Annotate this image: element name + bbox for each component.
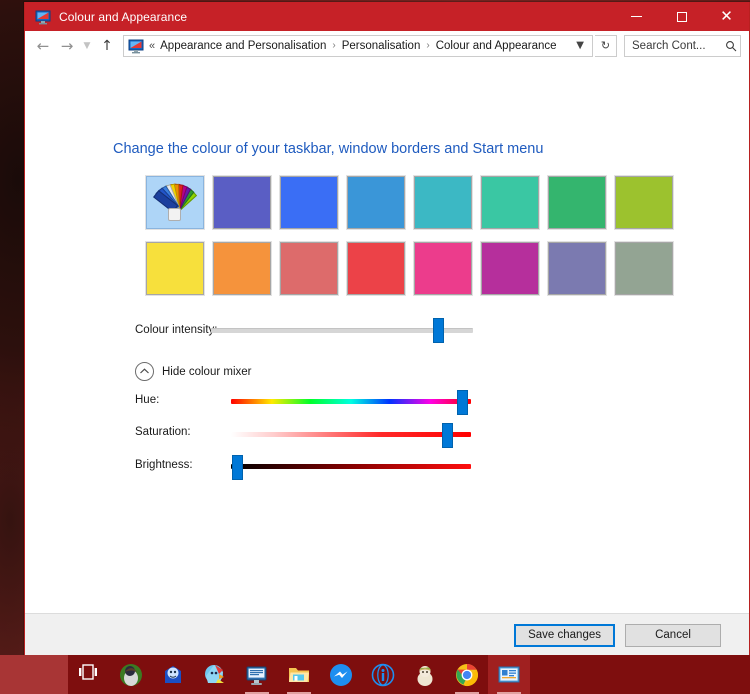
swatch-lime[interactable] <box>614 175 674 230</box>
taskbar-file-explorer-button[interactable] <box>278 655 320 694</box>
chevron-down-icon[interactable]: ▼ <box>568 40 592 51</box>
hue-label: Hue: <box>135 394 160 406</box>
colour-swatch-grid <box>145 175 682 308</box>
file-explorer-icon <box>287 663 311 687</box>
control-panel-icon <box>497 663 521 687</box>
maximize-button[interactable] <box>659 2 704 31</box>
cancel-button[interactable]: Cancel <box>625 623 721 647</box>
breadcrumb-bar[interactable]: « Appearance and Personalisation › Perso… <box>123 34 593 57</box>
swatch-pink[interactable] <box>413 241 473 296</box>
dialog-footer: Save changes Cancel <box>25 613 749 656</box>
info-circle-icon <box>371 663 395 687</box>
app-avatar-rainbow-icon <box>203 663 227 687</box>
window-title-bar[interactable]: Colour and Appearance ✕ <box>25 2 749 31</box>
taskbar-task-view-button[interactable] <box>68 655 110 694</box>
hue-slider-thumb[interactable] <box>457 390 468 415</box>
taskbar-app-avatar-pale-button[interactable] <box>404 655 446 694</box>
saturation-label: Saturation: <box>135 426 191 438</box>
forward-button[interactable]: → <box>55 34 79 58</box>
swatch-green[interactable] <box>547 175 607 230</box>
refresh-button[interactable]: ↻ <box>595 34 617 57</box>
page-title: Change the colour of your taskbar, windo… <box>113 141 544 157</box>
taskbar <box>0 655 750 694</box>
page-content: Change the colour of your taskbar, windo… <box>25 61 749 613</box>
swatch-aquamarine[interactable] <box>480 175 540 230</box>
taskbar-remote-desktop-button[interactable] <box>236 655 278 694</box>
swatch-indigo[interactable] <box>212 175 272 230</box>
breadcrumb-item-personalisation[interactable]: Personalisation <box>342 40 421 52</box>
search-icon <box>722 40 740 52</box>
display-monitor-icon <box>35 9 51 25</box>
up-button[interactable]: ↑ <box>95 34 119 58</box>
window-title: Colour and Appearance <box>59 9 188 24</box>
save-changes-button[interactable]: Save changes <box>514 623 615 647</box>
taskbar-app-avatar-rainbow-button[interactable] <box>194 655 236 694</box>
colour-intensity-label: Colour intensity: <box>135 324 218 336</box>
swatch-red[interactable] <box>346 241 406 296</box>
display-monitor-icon <box>128 38 144 54</box>
taskbar-messenger-button[interactable] <box>320 655 362 694</box>
minimize-button[interactable] <box>614 2 659 31</box>
swatch-azure[interactable] <box>346 175 406 230</box>
breadcrumb-separator: › <box>332 40 336 51</box>
brightness-slider[interactable] <box>231 464 471 469</box>
taskbar-app-avatar-green-button[interactable] <box>110 655 152 694</box>
chevron-up-circle-icon <box>135 362 154 381</box>
hue-slider[interactable] <box>231 399 471 404</box>
desktop: Colour and Appearance ✕ ← → ▼ ↑ « Appear… <box>0 0 750 694</box>
app-avatar-pale-icon <box>413 663 437 687</box>
taskbar-info-circle-button[interactable] <box>362 655 404 694</box>
swatch-blue[interactable] <box>279 175 339 230</box>
maximize-icon <box>676 11 687 22</box>
taskbar-app-avatar-blue-button[interactable] <box>152 655 194 694</box>
breadcrumb-item-colour-and-appearance[interactable]: Colour and Appearance <box>436 40 557 52</box>
chrome-icon <box>455 663 479 687</box>
close-icon: ✕ <box>720 7 733 25</box>
swatch-yellow[interactable] <box>145 241 205 296</box>
address-bar: ← → ▼ ↑ « Appearance and Personalisation… <box>25 31 749 61</box>
colour-intensity-thumb[interactable] <box>433 318 444 343</box>
brightness-slider-thumb[interactable] <box>232 455 243 480</box>
task-view-icon <box>77 663 101 687</box>
taskbar-control-panel-button[interactable] <box>488 655 530 694</box>
start-button[interactable] <box>0 655 68 694</box>
hide-colour-mixer-toggle[interactable]: Hide colour mixer <box>135 362 251 381</box>
window-controls: ✕ <box>614 2 749 31</box>
custom-colour-picker[interactable] <box>145 175 205 230</box>
hide-colour-mixer-label: Hide colour mixer <box>162 365 252 378</box>
breadcrumb-separator: › <box>426 40 430 51</box>
minimize-icon <box>631 16 642 17</box>
app-avatar-green-icon <box>119 663 143 687</box>
search-input-value: Search Cont... <box>632 39 706 52</box>
swatch-teal[interactable] <box>413 175 473 230</box>
swatch-salmon[interactable] <box>279 241 339 296</box>
search-input[interactable]: Search Cont... <box>624 34 741 57</box>
colour-fan-icon <box>153 182 198 224</box>
messenger-icon <box>329 663 353 687</box>
app-avatar-blue-icon <box>161 663 185 687</box>
saturation-slider-thumb[interactable] <box>442 423 453 448</box>
taskbar-chrome-button[interactable] <box>446 655 488 694</box>
close-button[interactable]: ✕ <box>704 2 749 31</box>
swatch-orange[interactable] <box>212 241 272 296</box>
remote-desktop-icon <box>245 663 269 687</box>
recent-locations-button[interactable]: ▼ <box>79 34 95 58</box>
refresh-icon: ↻ <box>600 39 611 52</box>
breadcrumb-item-appearance[interactable]: Appearance and Personalisation <box>160 40 326 52</box>
brightness-label: Brightness: <box>135 459 193 471</box>
swatch-magenta[interactable] <box>480 241 540 296</box>
breadcrumb-overflow[interactable]: « <box>149 40 155 52</box>
back-button[interactable]: ← <box>31 34 55 58</box>
control-panel-window: Colour and Appearance ✕ ← → ▼ ↑ « Appear… <box>24 2 750 657</box>
saturation-slider[interactable] <box>231 432 471 437</box>
swatch-purple-grey[interactable] <box>547 241 607 296</box>
swatch-sage[interactable] <box>614 241 674 296</box>
